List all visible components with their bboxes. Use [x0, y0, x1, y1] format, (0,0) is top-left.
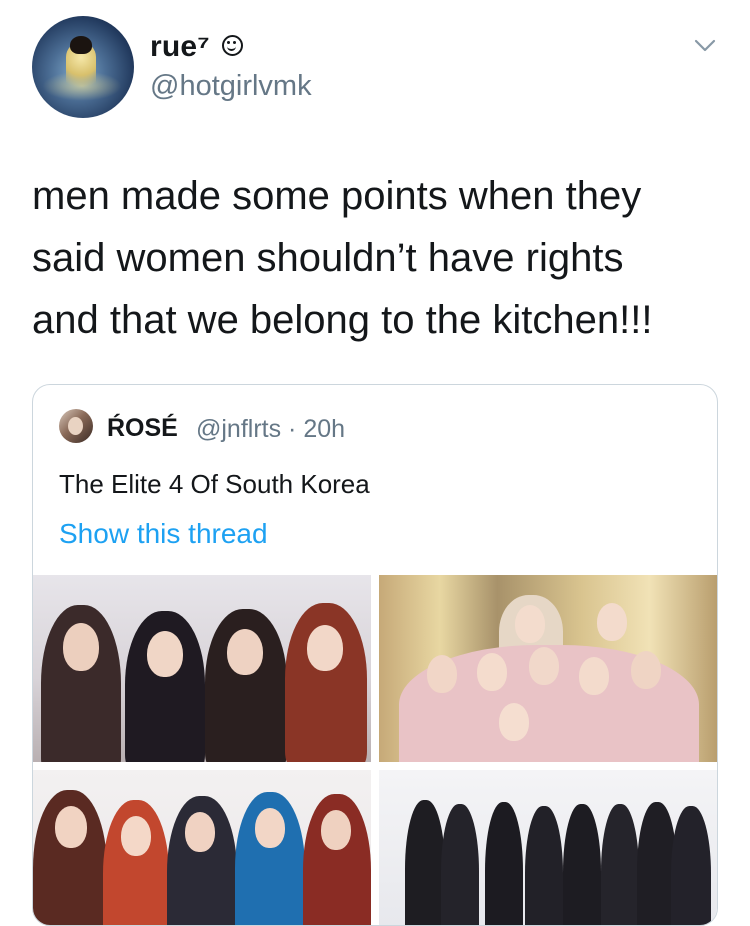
tweet-text: men made some points when they said wome…	[32, 165, 722, 351]
quoted-author-avatar	[59, 409, 93, 443]
photo-person	[441, 804, 479, 925]
chevron-down-icon[interactable]	[694, 34, 716, 56]
photo-person	[485, 802, 523, 925]
photo-face	[579, 657, 609, 695]
photo-face	[499, 703, 529, 741]
photo-face	[477, 653, 507, 691]
photo-person	[405, 800, 445, 925]
photo-face	[321, 810, 351, 850]
photo-face	[147, 631, 183, 677]
photo-face	[307, 625, 343, 671]
author-avatar[interactable]	[32, 16, 134, 118]
photo-face	[597, 603, 627, 641]
smiley-face-icon	[222, 34, 244, 56]
photo-face	[227, 629, 263, 675]
tweet-text-line: men made some points when they	[32, 174, 642, 218]
quoted-tweet-card[interactable]: ŔOSÉ @jnflrts · 20h The Elite 4 Of South…	[32, 384, 718, 926]
photo-face	[529, 647, 559, 685]
photo-face	[515, 605, 545, 643]
photo-face	[631, 651, 661, 689]
photo-face	[55, 806, 87, 848]
photo-2[interactable]	[379, 575, 717, 762]
author-handle[interactable]: @hotgirlvmk	[150, 70, 312, 103]
quoted-author-name: ŔOSÉ	[107, 414, 178, 442]
photo-face	[121, 816, 151, 856]
photo-face	[427, 655, 457, 693]
photo-grid	[33, 575, 717, 925]
photo-person	[563, 804, 601, 925]
tweet-text-line: and that we belong to the kitchen!!!	[32, 298, 653, 342]
tweet: rue⁷ @hotgirlvmk men made some points wh…	[0, 0, 750, 926]
photo-4[interactable]	[379, 770, 717, 925]
photo-1[interactable]	[33, 575, 371, 762]
photo-person	[525, 806, 563, 925]
quoted-author-handle-time: @jnflrts · 20h	[196, 415, 346, 443]
quoted-tweet-text: The Elite 4 Of South Korea	[59, 469, 370, 499]
photo-face	[63, 623, 99, 671]
avatar-hair	[70, 36, 92, 54]
photo-face	[185, 812, 215, 852]
author-display-name[interactable]: rue⁷	[150, 30, 244, 64]
tweet-text-line: said women shouldn’t have rights	[32, 236, 624, 280]
photo-3[interactable]	[33, 770, 371, 925]
show-thread-link[interactable]: Show this thread	[59, 518, 268, 550]
author-name-text: rue⁷	[150, 30, 210, 63]
photo-person	[671, 806, 711, 925]
photo-face	[255, 808, 285, 848]
photo-person	[601, 804, 639, 925]
